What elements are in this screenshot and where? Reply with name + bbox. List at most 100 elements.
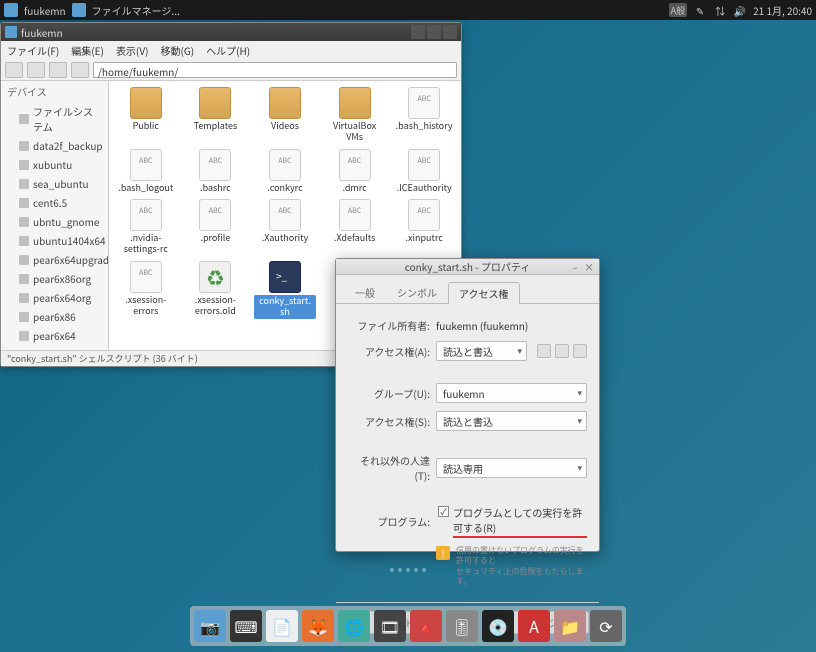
sidebar-header: デバイス: [1, 81, 108, 102]
file-item[interactable]: .dmrc: [322, 147, 388, 196]
menu-edit[interactable]: 編集(E): [71, 43, 104, 58]
dock-item[interactable]: A: [518, 610, 550, 642]
file-label: Videos: [271, 121, 299, 132]
doc-icon: [339, 199, 371, 231]
folder-icon: [339, 87, 371, 119]
warning-text: 信用の置けないプログラムの実行を許可すると セキュリティ上の危険をもたらします。: [456, 546, 587, 588]
edit-icon[interactable]: ✎: [693, 3, 707, 17]
file-item[interactable]: .Xauthority: [252, 197, 318, 257]
file-item[interactable]: .ICEauthority: [391, 147, 457, 196]
dock-item[interactable]: 📷: [194, 610, 226, 642]
drive-icon: [19, 179, 29, 189]
sidebar-item[interactable]: ubuntu1404x64: [1, 231, 108, 250]
sidebar-item[interactable]: pear6x64upgrade: [1, 250, 108, 269]
network-icon[interactable]: ⇅: [713, 3, 727, 17]
folder-icon: [199, 87, 231, 119]
perm-group-icon[interactable]: [555, 344, 569, 358]
tab-emblem[interactable]: シンボル: [386, 281, 448, 303]
file-item[interactable]: .xsession-errors: [113, 259, 179, 321]
sidebar-item[interactable]: data2f_backup: [1, 136, 108, 155]
panel-app-sub[interactable]: ファイルマネージ...: [92, 3, 180, 18]
dock-item[interactable]: 🔺: [410, 610, 442, 642]
volume-icon[interactable]: 🔊: [733, 3, 747, 17]
fm-title: fuukemn: [21, 25, 63, 40]
dock-item[interactable]: 🦊: [302, 610, 334, 642]
tab-permissions[interactable]: アクセス権: [448, 282, 520, 304]
close-button[interactable]: [443, 25, 457, 39]
dock-item[interactable]: ⟳: [590, 610, 622, 642]
dock-item[interactable]: 📄: [266, 610, 298, 642]
drive-icon: [19, 255, 29, 265]
minimize-button[interactable]: [411, 25, 425, 39]
loading-indicator: [390, 568, 426, 572]
doc-icon: [408, 199, 440, 231]
prop-titlebar[interactable]: conky_start.sh - プロパティ – ×: [336, 259, 599, 275]
file-item[interactable]: .bash_history: [391, 85, 457, 145]
menu-go[interactable]: 移動(G): [160, 43, 194, 58]
panel-app-name[interactable]: fuukemn: [24, 3, 66, 18]
sidebar-item[interactable]: ファイルシステム: [1, 102, 108, 136]
file-item[interactable]: .xinputrc: [391, 197, 457, 257]
sidebar-item[interactable]: pear6x86: [1, 307, 108, 326]
nav-home-button[interactable]: [71, 62, 89, 78]
value-owner: fuukemn (fuukemn): [436, 318, 528, 333]
sidebar-item[interactable]: pear6x64org: [1, 288, 108, 307]
combo-access-a[interactable]: 読込と書込: [436, 341, 527, 361]
file-item[interactable]: .xsession-errors.old: [183, 259, 249, 321]
dock-item[interactable]: 🎞: [374, 610, 406, 642]
fm-titlebar[interactable]: fuukemn: [1, 23, 461, 41]
file-item[interactable]: .nvidia-settings-rc: [113, 197, 179, 257]
panel-fm-icon[interactable]: [72, 3, 86, 17]
dock-item[interactable]: 🌐: [338, 610, 370, 642]
combo-access-s[interactable]: 読込と書込: [436, 411, 587, 431]
maximize-button[interactable]: [427, 25, 441, 39]
sidebar-item[interactable]: pear6x86org: [1, 269, 108, 288]
dock-item[interactable]: 💿: [482, 610, 514, 642]
sidebar-item[interactable]: cent6.5: [1, 193, 108, 212]
file-item[interactable]: Templates: [183, 85, 249, 145]
perm-other-icon[interactable]: [573, 344, 587, 358]
file-item[interactable]: conky_start.sh: [252, 259, 318, 321]
menu-file[interactable]: ファイル(F): [7, 43, 59, 58]
sidebar-item[interactable]: xubuntu: [1, 155, 108, 174]
file-item[interactable]: VirtualBox VMs: [322, 85, 388, 145]
prop-tabs: 一般 シンボル アクセス権: [336, 275, 599, 304]
file-item[interactable]: .bash_logout: [113, 147, 179, 196]
drive-icon: [19, 160, 29, 170]
ime-indicator[interactable]: A般: [669, 3, 687, 17]
file-item[interactable]: Videos: [252, 85, 318, 145]
panel-clock[interactable]: 21 1月, 20:40: [753, 3, 812, 18]
nav-back-button[interactable]: [5, 62, 23, 78]
sidebar-item[interactable]: pear6x64: [1, 326, 108, 345]
sidebar-item[interactable]: ubntu_gnome: [1, 212, 108, 231]
doc-icon: [408, 87, 440, 119]
prop-close-button[interactable]: ×: [583, 261, 595, 273]
perm-user-icon[interactable]: [537, 344, 551, 358]
checkbox-execute-label[interactable]: プログラムとしての実行を許可する(R): [453, 505, 587, 538]
panel-app-icon[interactable]: [4, 3, 18, 17]
file-item[interactable]: .bashrc: [183, 147, 249, 196]
file-item[interactable]: .conkyrc: [252, 147, 318, 196]
menu-help[interactable]: ヘルプ(H): [206, 43, 250, 58]
sh-icon: [269, 261, 301, 293]
prop-minimize-button[interactable]: –: [569, 261, 581, 273]
drive-icon: [19, 236, 29, 246]
dock-item[interactable]: ⌨: [230, 610, 262, 642]
file-item[interactable]: .profile: [183, 197, 249, 257]
tab-general[interactable]: 一般: [344, 281, 386, 303]
combo-group[interactable]: fuukemn: [436, 383, 587, 403]
combo-others[interactable]: 読込専用: [436, 458, 587, 478]
checkbox-execute[interactable]: ✓: [438, 506, 449, 517]
dock-item[interactable]: 📁: [554, 610, 586, 642]
nav-up-button[interactable]: [49, 62, 67, 78]
sidebar-item[interactable]: sea_ubuntu: [1, 174, 108, 193]
nav-forward-button[interactable]: [27, 62, 45, 78]
file-label: VirtualBox VMs: [324, 121, 386, 143]
menu-view[interactable]: 表示(V): [116, 43, 149, 58]
file-item[interactable]: .Xdefaults: [322, 197, 388, 257]
path-input[interactable]: /home/fuukemn/: [93, 62, 457, 78]
file-label: .dmrc: [342, 183, 366, 194]
file-item[interactable]: Public: [113, 85, 179, 145]
file-label: .nvidia-settings-rc: [115, 233, 177, 255]
dock-item[interactable]: 🎚: [446, 610, 478, 642]
